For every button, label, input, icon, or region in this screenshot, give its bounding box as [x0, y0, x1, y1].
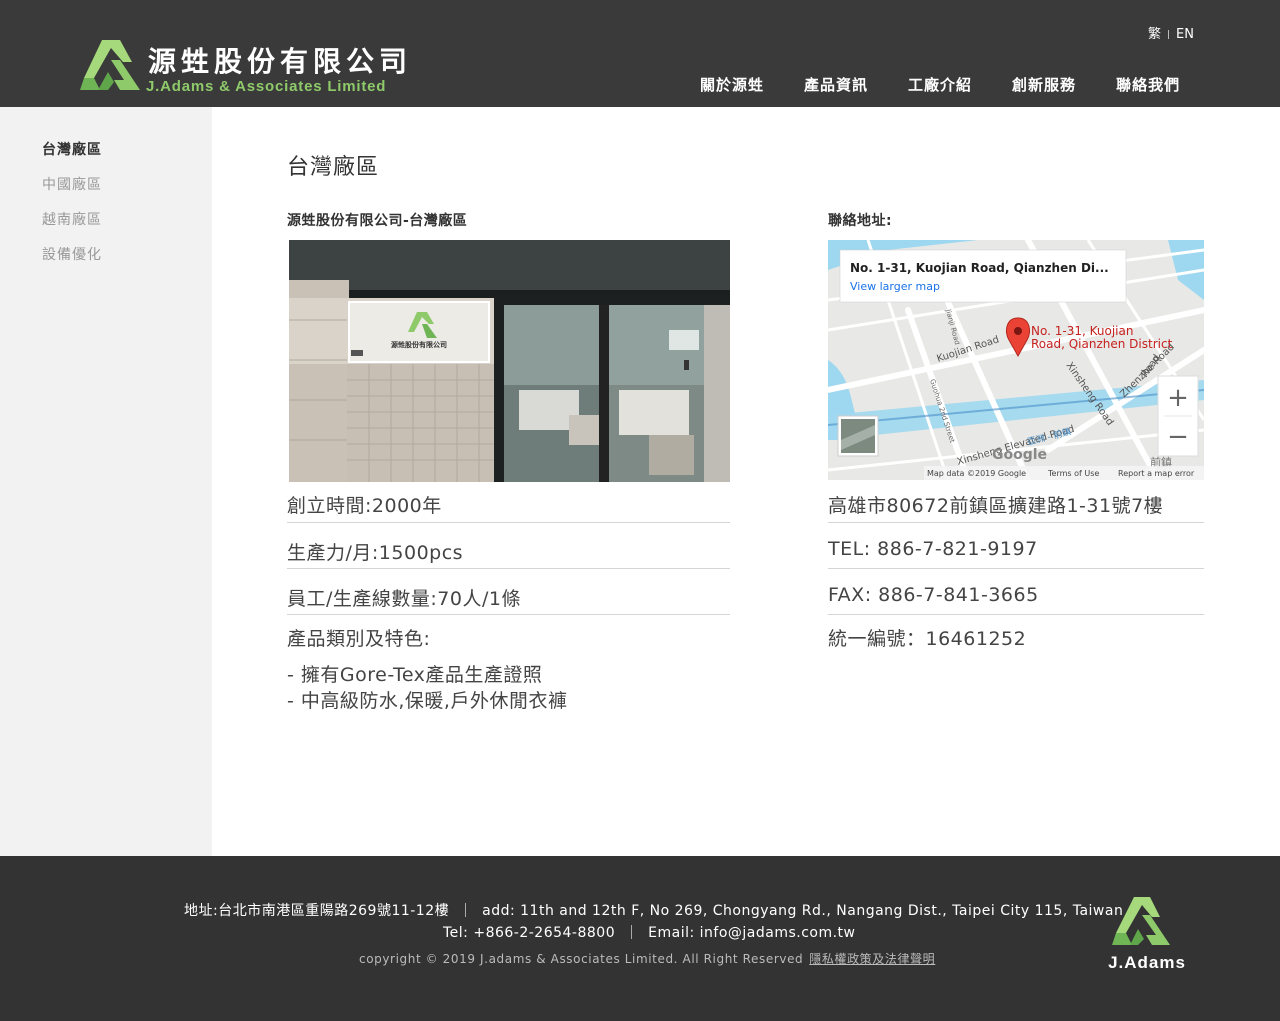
factory-heading: 源甡股份有限公司-台灣廠區: [287, 213, 468, 229]
tel-info: TEL: 886-7-821-9197: [828, 538, 1038, 560]
nav-products[interactable]: 產品資訊: [804, 74, 868, 95]
site-header: 源甡股份有限公司 J.Adams & Associates Limited 繁E…: [0, 0, 1280, 107]
footer-address-cn: 地址:台北市南港區重陽路269號11-12樓: [184, 903, 450, 919]
founded-info: 創立時間:2000年: [287, 495, 442, 517]
sidebar-item-china[interactable]: 中國廠區: [42, 174, 102, 194]
row-divider: [828, 614, 1204, 615]
map-view-larger-link[interactable]: View larger map: [850, 280, 940, 293]
map-zoom-in-button[interactable]: +: [1167, 383, 1189, 413]
logo-mark-icon: [80, 40, 140, 90]
language-switcher: 繁 EN: [1148, 23, 1194, 42]
map-zoom-out-button[interactable]: −: [1167, 422, 1189, 452]
map-report-error-link[interactable]: Report a map error: [1118, 469, 1195, 478]
footer-logo-text: J.Adams: [1108, 953, 1186, 972]
footer-divider: [631, 925, 633, 939]
lang-traditional-chinese[interactable]: 繁: [1148, 23, 1161, 42]
features-label: 產品類別及特色:: [287, 628, 431, 650]
map-card-title: No. 1-31, Kuojian Road, Qianzhen Di...: [850, 261, 1109, 275]
footer-email[interactable]: Email: info@jadams.com.tw: [648, 925, 855, 941]
row-divider: [287, 614, 730, 615]
footer-tel[interactable]: Tel: +866-2-2654-8800: [443, 925, 615, 941]
map-canvas[interactable]: Kuojian Road Jianji Road Guohua 2nd Stre…: [828, 240, 1204, 480]
feature-item: - 擁有Gore-Tex產品生產證照: [287, 664, 543, 686]
photo-sign-text: 源甡股份有限公司: [391, 340, 447, 349]
privacy-policy-link[interactable]: 隱私權政策及法律聲明: [809, 952, 935, 966]
feature-item: - 中高級防水,保暖,戶外休閒衣褲: [287, 690, 568, 712]
fax-info: FAX: 886-7-841-3665: [828, 584, 1039, 606]
sidebar-item-taiwan[interactable]: 台灣廠區: [42, 139, 102, 159]
nav-factories[interactable]: 工廠介紹: [908, 74, 972, 95]
row-divider: [287, 522, 730, 523]
row-divider: [828, 568, 1204, 569]
sidebar-item-vietnam[interactable]: 越南廠區: [42, 209, 102, 229]
lang-english[interactable]: EN: [1176, 27, 1194, 42]
tax-id-info: 統一編號：16461252: [828, 628, 1027, 650]
page-title: 台灣廠區: [287, 155, 380, 180]
capacity-info: 生產力/月:1500pcs: [287, 542, 464, 564]
map-data-attribution: Map data ©2019 Google: [927, 469, 1026, 478]
footer-logo-mark-icon: J.Adams: [1108, 897, 1186, 972]
footer-address-line: 地址:台北市南港區重陽路269號11-12樓 add: 11th and 12th…: [184, 900, 1123, 920]
logo-english-name: J.Adams & Associates Limited: [146, 78, 387, 95]
google-map[interactable]: Kuojian Road Jianji Road Guohua 2nd Stre…: [828, 240, 1204, 480]
address-info: 高雄市80672前鎮區擴建路1-31號7樓: [828, 495, 1164, 517]
logo-chinese-name: 源甡股份有限公司: [148, 45, 413, 78]
footer-copyright-line: copyright © 2019 J.adams & Associates Li…: [359, 950, 935, 967]
factory-entrance-image: 源甡股份有限公司: [289, 240, 730, 482]
footer-copyright: copyright © 2019 J.adams & Associates Li…: [359, 952, 804, 966]
contact-heading: 聯絡地址:: [828, 213, 893, 229]
pin-label-line-2: Road, Qianzhen District: [1031, 337, 1173, 351]
footer-divider: [465, 903, 467, 917]
nav-about[interactable]: 關於源甡: [700, 74, 764, 95]
factory-photo: 源甡股份有限公司: [289, 240, 730, 482]
staff-info: 員工/生產線數量:70人/1條: [287, 588, 521, 610]
main-nav: 關於源甡 產品資訊 工廠介紹 創新服務 聯絡我們: [700, 74, 1180, 98]
nav-innovation[interactable]: 創新服務: [1012, 74, 1076, 95]
footer-contact-line: Tel: +866-2-2654-8800 Email: info@jadams.…: [443, 925, 856, 941]
row-divider: [828, 522, 1204, 523]
sidebar: 台灣廠區 中國廠區 越南廠區 設備優化: [0, 107, 212, 856]
lang-divider: [1168, 30, 1170, 39]
row-divider: [287, 568, 730, 569]
nav-contact[interactable]: 聯絡我們: [1116, 74, 1180, 95]
site-logo[interactable]: 源甡股份有限公司 J.Adams & Associates Limited: [80, 38, 425, 95]
footer-address-en: add: 11th and 12th F, No 269, Chongyang …: [482, 903, 1124, 919]
sidebar-item-equipment[interactable]: 設備優化: [42, 244, 102, 264]
google-logo: Google: [992, 447, 1047, 463]
pin-label-line-1: No. 1-31, Kuojian: [1031, 324, 1133, 338]
footer-logo[interactable]: J.Adams: [1102, 897, 1192, 973]
map-satellite-toggle[interactable]: [837, 415, 879, 457]
map-terms-link[interactable]: Terms of Use: [1047, 469, 1099, 478]
